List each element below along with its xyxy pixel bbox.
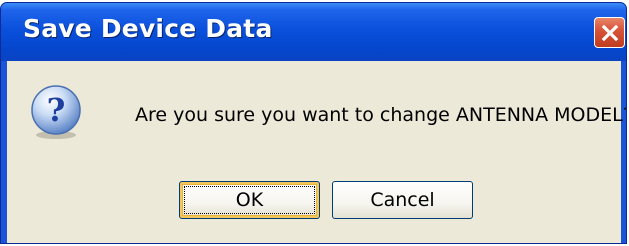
ok-button[interactable]: OK xyxy=(179,181,320,219)
confirmation-message: Are you sure you want to change ANTENNA … xyxy=(135,104,627,126)
title-bar[interactable]: Save Device Data xyxy=(1,3,626,61)
close-button[interactable] xyxy=(594,17,625,48)
svg-text:?: ? xyxy=(47,91,66,129)
question-icon: ? xyxy=(31,85,81,139)
cancel-button-label: Cancel xyxy=(370,189,435,211)
dialog-title: Save Device Data xyxy=(23,14,273,43)
dialog-body: ? Are you sure you want to change ANTENN… xyxy=(7,61,626,243)
focus-outline xyxy=(184,186,315,214)
close-icon xyxy=(601,24,618,41)
dialog-window: Save Device Data ? Are you sure you want… xyxy=(0,2,627,244)
cancel-button[interactable]: Cancel xyxy=(332,181,473,219)
